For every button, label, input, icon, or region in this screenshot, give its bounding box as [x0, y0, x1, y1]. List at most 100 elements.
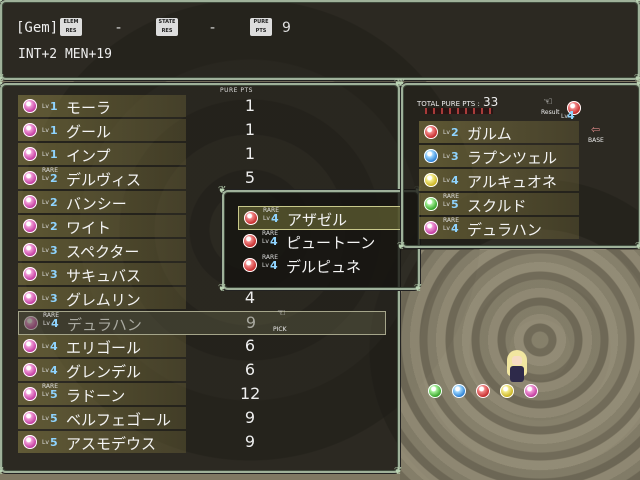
hand-pointer-icon: ☜: [277, 308, 286, 319]
corner-ornament-icon: ❦: [0, 466, 5, 477]
gem-orb-icon: [424, 173, 438, 187]
list-item[interactable]: Lv 5 アスモデウス 9: [18, 431, 255, 453]
lv-label: Lv: [43, 320, 50, 327]
gem-orb-icon: [23, 243, 37, 257]
total-pure-pts-value: 33: [483, 95, 499, 109]
popup-item[interactable]: RARE Lv 4 アザゼル: [238, 206, 404, 230]
pure-pts-value: 6: [244, 360, 256, 379]
lv-label: Lv: [42, 223, 49, 230]
pick-label: PICK: [273, 326, 287, 333]
lv-value: 5: [50, 388, 58, 401]
item-name: グレムリン: [66, 291, 141, 309]
lv-value: 5: [451, 198, 459, 211]
lv-value: 4: [270, 235, 278, 248]
result-item[interactable]: Lv 2 ガルム: [419, 121, 579, 143]
gem-orb-icon: [424, 149, 438, 163]
list-item[interactable]: Lv 2 ワイト: [18, 215, 186, 237]
lv-label: Lv: [42, 391, 49, 398]
gem-orb-icon: [23, 219, 37, 233]
lv-value: 1: [50, 148, 58, 161]
result-label: Result: [541, 109, 560, 116]
pure-pts-value: 1: [244, 144, 256, 163]
popup-item[interactable]: RARE Lv 4 ピュートーン: [238, 230, 402, 252]
list-item[interactable]: Lv 3 スペクター: [18, 239, 186, 261]
lv-label: Lv: [443, 153, 450, 160]
lv-value: 4: [451, 222, 459, 235]
lv-value: 1: [50, 100, 58, 113]
lv-label: Lv: [42, 151, 49, 158]
item-name: スクルド: [467, 197, 527, 215]
gem-orb-icon: [23, 339, 37, 353]
item-name: グレンデル: [66, 363, 142, 381]
gem-label: [Gem]: [16, 20, 59, 36]
item-name: アルキュオネ: [467, 173, 557, 191]
lv-label: Lv: [42, 247, 49, 254]
elem-res-value: -: [116, 20, 122, 36]
state-res-value: -: [210, 20, 216, 36]
list-item[interactable]: Lv 1 インプ 1: [18, 143, 255, 165]
result-window: ❦ ❦ ❦ ❦ TOTAL PURE PTS : 33 ☜ Result Lv …: [397, 79, 640, 252]
field-orb-icon: [500, 384, 514, 398]
list-item[interactable]: RARE Lv 2 デルヴィス 5: [18, 167, 255, 189]
result-item[interactable]: RARE Lv 4 デュラハン: [419, 217, 579, 239]
state-res-tag: STATE RES: [156, 18, 178, 36]
hand-pointer-icon: ☜: [543, 95, 553, 108]
lv-label: Lv: [262, 238, 269, 245]
lv-value: 5: [50, 412, 58, 425]
gem-orb-icon: [243, 258, 257, 272]
list-item[interactable]: RARE Lv 4 デュラハン 9 ☜ PICK: [18, 308, 386, 335]
pure-pts-value: 4: [244, 288, 256, 307]
gem-orb-icon: [424, 221, 438, 235]
field-orb-icon: [428, 384, 442, 398]
base-label: BASE: [588, 137, 604, 144]
arrow-back-icon: ⇦: [591, 123, 601, 136]
elem-res-tag: ELEM RES: [60, 18, 82, 36]
item-name: ガルム: [467, 125, 512, 143]
item-name: デルヴィス: [66, 171, 142, 189]
corner-ornament-icon: ❦: [634, 0, 640, 6]
player-character: [504, 350, 530, 384]
gem-orb-icon: [23, 195, 37, 209]
corner-ornament-icon: ❦: [218, 283, 227, 294]
list-item[interactable]: Lv 1 グール 1: [18, 119, 255, 141]
result-item[interactable]: Lv 3 ラプンツェル: [419, 145, 579, 167]
pure-pts-tag: PURE PTS: [250, 18, 272, 36]
result-item[interactable]: RARE Lv 5 スクルド: [419, 193, 579, 215]
gem-orb-icon: [23, 147, 37, 161]
gem-orb-icon: [24, 316, 38, 330]
lv-value: 4: [50, 340, 58, 353]
lv-value: 1: [50, 124, 58, 137]
list-item[interactable]: Lv 1 モーラ 1: [18, 95, 255, 117]
gem-orb-icon: [424, 125, 438, 139]
list-item[interactable]: Lv 4 グレンデル 6: [18, 359, 255, 381]
corner-ornament-icon: ❦: [394, 466, 403, 477]
lv-label: Lv: [443, 129, 450, 136]
gem-orb-icon: [23, 411, 37, 425]
gem-info-window: ❦ ❦ ❦ ❦ [Gem] ELEM RES - STATE RES - PUR…: [0, 0, 640, 84]
list-item[interactable]: Lv 4 エリゴール 6: [18, 335, 255, 357]
result-item[interactable]: Lv 4 アルキュオネ: [419, 169, 579, 191]
lv-value: 3: [50, 292, 58, 305]
item-name: デルピュネ: [286, 258, 362, 276]
lv-value: 3: [451, 150, 459, 163]
popup-item[interactable]: RARE Lv 4 デルピュネ: [238, 254, 402, 276]
gem-orb-icon: [23, 291, 37, 305]
lv-label: Lv: [443, 177, 450, 184]
total-pure-pts-label: TOTAL PURE PTS :: [417, 100, 480, 108]
list-item[interactable]: RARE Lv 5 ラドーン 12: [18, 383, 260, 405]
item-name: デュラハン: [467, 221, 542, 239]
list-item[interactable]: Lv 5 ベルフェゴール 9: [18, 407, 255, 429]
item-name: アザゼル: [287, 211, 348, 229]
gem-orb-icon: [23, 387, 37, 401]
lv-value: 2: [50, 172, 58, 185]
pure-pts-column-header: PURE PTS: [220, 87, 253, 94]
lv-label: Lv: [42, 367, 49, 374]
list-item[interactable]: Lv 2 バンシー: [18, 191, 186, 213]
list-item[interactable]: Lv 3 グレムリン 4: [18, 287, 255, 309]
gem-orb-icon: [23, 267, 37, 281]
corner-ornament-icon: ❦: [397, 241, 406, 252]
item-name: エリゴール: [66, 339, 142, 357]
list-item[interactable]: Lv 3 サキュバス: [18, 263, 186, 285]
corner-ornament-icon: ❦: [0, 0, 5, 6]
corner-ornament-icon: ❦: [218, 185, 227, 196]
